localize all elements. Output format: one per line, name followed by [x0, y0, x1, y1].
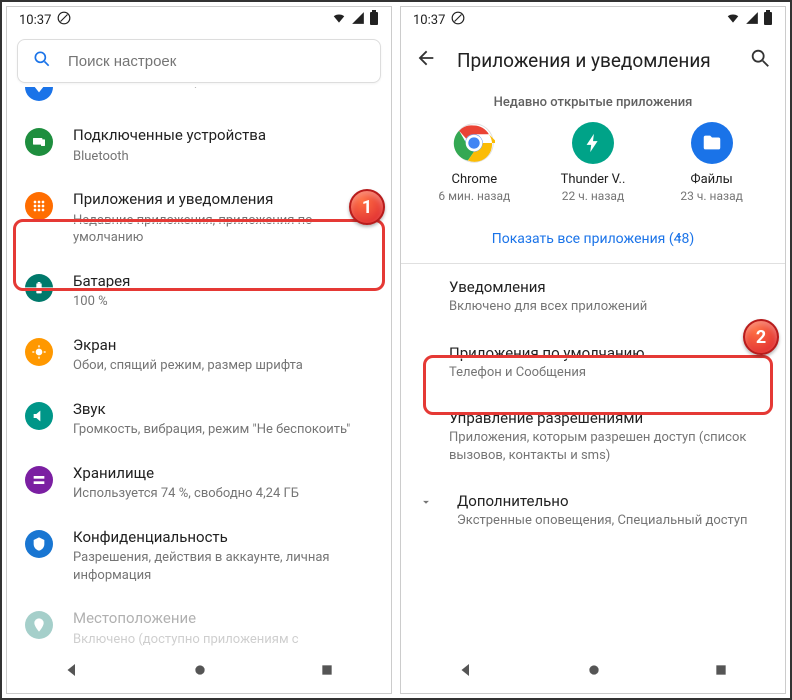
row-title: Управление разрешениями [449, 409, 765, 427]
row-sub: Телефон и Сообщения [449, 364, 765, 382]
row-permissions[interactable]: Управление разрешениями Приложения, кото… [401, 395, 785, 478]
battery-circle-icon [25, 274, 53, 302]
wifi-icon [331, 11, 347, 29]
show-all-apps-link[interactable]: Показать все приложения (48) [401, 217, 785, 263]
privacy-icon [25, 530, 53, 558]
settings-row-sound[interactable]: ЗвукГромкость, вибрация, режим "Не беспо… [7, 388, 391, 452]
app-name: Файлы [662, 172, 762, 187]
chevron-down-icon [415, 494, 437, 513]
settings-row-privacy[interactable]: КонфиденциальностьРазрешения, действия в… [7, 516, 391, 598]
settings-row-battery[interactable]: Батарея100 % [7, 260, 391, 324]
status-bar: 10:37 [401, 7, 785, 33]
row-sub: Включено для всех приложений [449, 298, 765, 316]
row-sub: Включено (доступно приложениям с местопо… [73, 631, 373, 649]
row-sub: Разрешения, действия в аккаунте, личная … [73, 549, 373, 584]
chevron-down-icon [673, 231, 685, 247]
nav-bar [7, 649, 391, 693]
dnd-icon [57, 11, 71, 29]
row-sub: Используется 74 %, свободно 4,24 ГБ [73, 485, 299, 503]
apps-grid-icon [25, 192, 53, 220]
nav-back-icon[interactable] [63, 661, 81, 683]
row-title: Батарея [73, 272, 130, 292]
devices-icon [25, 128, 53, 156]
settings-list: Wi-Fi, моб. сети и передача данных Подкл… [7, 87, 391, 649]
right-phone: 10:37 Приложения и уведомления Недавно о… [400, 6, 786, 694]
row-title: Экран [73, 336, 303, 356]
settings-search-input[interactable] [68, 53, 366, 70]
row-notifications[interactable]: Уведомления Включено для всех приложений [401, 264, 785, 330]
appbar-title: Приложения и уведомления [457, 49, 729, 72]
recent-apps-header: Недавно открытые приложения [401, 87, 785, 122]
nav-back-icon[interactable] [457, 661, 475, 683]
status-time: 10:37 [19, 13, 51, 28]
row-title: Дополнительно [457, 492, 748, 510]
recent-app-thunder[interactable]: Thunder V.. 22 ч. назад [543, 122, 643, 203]
row-sub: Wi-Fi, моб. сети и передача данных [73, 87, 287, 91]
row-sub: Громкость, вибрация, режим "Не беспокоит… [73, 421, 350, 439]
row-title: Приложения по умолчанию [449, 344, 765, 362]
row-title: Конфиденциальность [73, 528, 373, 548]
left-phone: 10:37 Wi-Fi, моб. сети и передача данных [6, 6, 392, 694]
dnd-icon [451, 11, 465, 29]
signal-icon [745, 11, 759, 29]
app-name: Thunder V.. [543, 172, 643, 187]
app-bar: Приложения и уведомления [401, 33, 785, 87]
battery-icon [369, 10, 379, 30]
annotation-badge-1: 1 [349, 189, 385, 225]
battery-icon [763, 10, 773, 30]
nav-bar [401, 649, 785, 693]
settings-row-network[interactable]: Wi-Fi, моб. сети и передача данных [7, 87, 391, 114]
row-sub: Приложения, которым разрешен доступ (спи… [449, 429, 765, 464]
row-sub: Недавние приложения, приложения по умолч… [73, 212, 373, 247]
row-title: Приложения и уведомления [73, 190, 373, 210]
row-title: Уведомления [449, 278, 765, 296]
nav-recent-icon[interactable] [319, 662, 335, 682]
row-sub: Обои, спящий режим, размер шрифта [73, 357, 303, 375]
back-button[interactable] [415, 47, 437, 73]
row-sub: Bluetooth [73, 148, 266, 166]
row-title: Хранилище [73, 464, 299, 484]
chrome-icon [453, 122, 495, 164]
settings-row-apps-notifications[interactable]: Приложения и уведомленияНедавние приложе… [7, 178, 391, 260]
recent-app-chrome[interactable]: Chrome 6 мин. назад [424, 122, 524, 203]
row-sub: 100 % [73, 293, 130, 311]
storage-icon [25, 466, 53, 494]
search-icon [32, 49, 52, 73]
row-advanced[interactable]: Дополнительно Экстренные оповещения, Спе… [401, 478, 785, 544]
row-title: Подключенные устройства [73, 126, 266, 146]
link-text: Показать все приложения (48) [492, 231, 695, 247]
app-sub: 6 мин. назад [424, 189, 524, 203]
sound-icon [25, 402, 53, 430]
app-sub: 23 ч. назад [662, 189, 762, 203]
app-sub: 22 ч. назад [543, 189, 643, 203]
apps-notifications-content: Недавно открытые приложения Chrome 6 мин… [401, 87, 785, 649]
signal-icon [351, 11, 365, 29]
wifi-circle-icon [25, 87, 53, 101]
row-title: Звук [73, 400, 350, 420]
row-default-apps[interactable]: Приложения по умолчанию Телефон и Сообще… [401, 330, 785, 396]
wifi-icon [725, 11, 741, 29]
search-button[interactable] [749, 47, 771, 73]
nav-recent-icon[interactable] [713, 662, 729, 682]
nav-home-icon[interactable] [192, 662, 208, 682]
row-title: Местоположение [73, 609, 373, 629]
annotation-badge-2: 2 [743, 319, 779, 355]
app-name: Chrome [424, 172, 524, 187]
settings-search-bar[interactable] [17, 39, 381, 83]
settings-row-connected-devices[interactable]: Подключенные устройства Bluetooth [7, 114, 391, 178]
status-time: 10:37 [413, 13, 445, 28]
thunder-icon [572, 122, 614, 164]
display-icon [25, 338, 53, 366]
nav-home-icon[interactable] [586, 662, 602, 682]
location-icon [25, 611, 53, 639]
status-bar: 10:37 [7, 7, 391, 33]
settings-row-storage[interactable]: ХранилищеИспользуется 74 %, свободно 4,2… [7, 452, 391, 516]
settings-row-location[interactable]: Местоположение Включено (доступно приложе… [7, 597, 391, 649]
files-icon [691, 122, 733, 164]
settings-row-display[interactable]: ЭкранОбои, спящий режим, размер шрифта [7, 324, 391, 388]
recent-app-files[interactable]: Файлы 23 ч. назад [662, 122, 762, 203]
row-sub: Экстренные оповещения, Специальный досту… [457, 512, 748, 530]
recent-apps-grid: Chrome 6 мин. назад Thunder V.. 22 ч. на… [401, 122, 785, 217]
